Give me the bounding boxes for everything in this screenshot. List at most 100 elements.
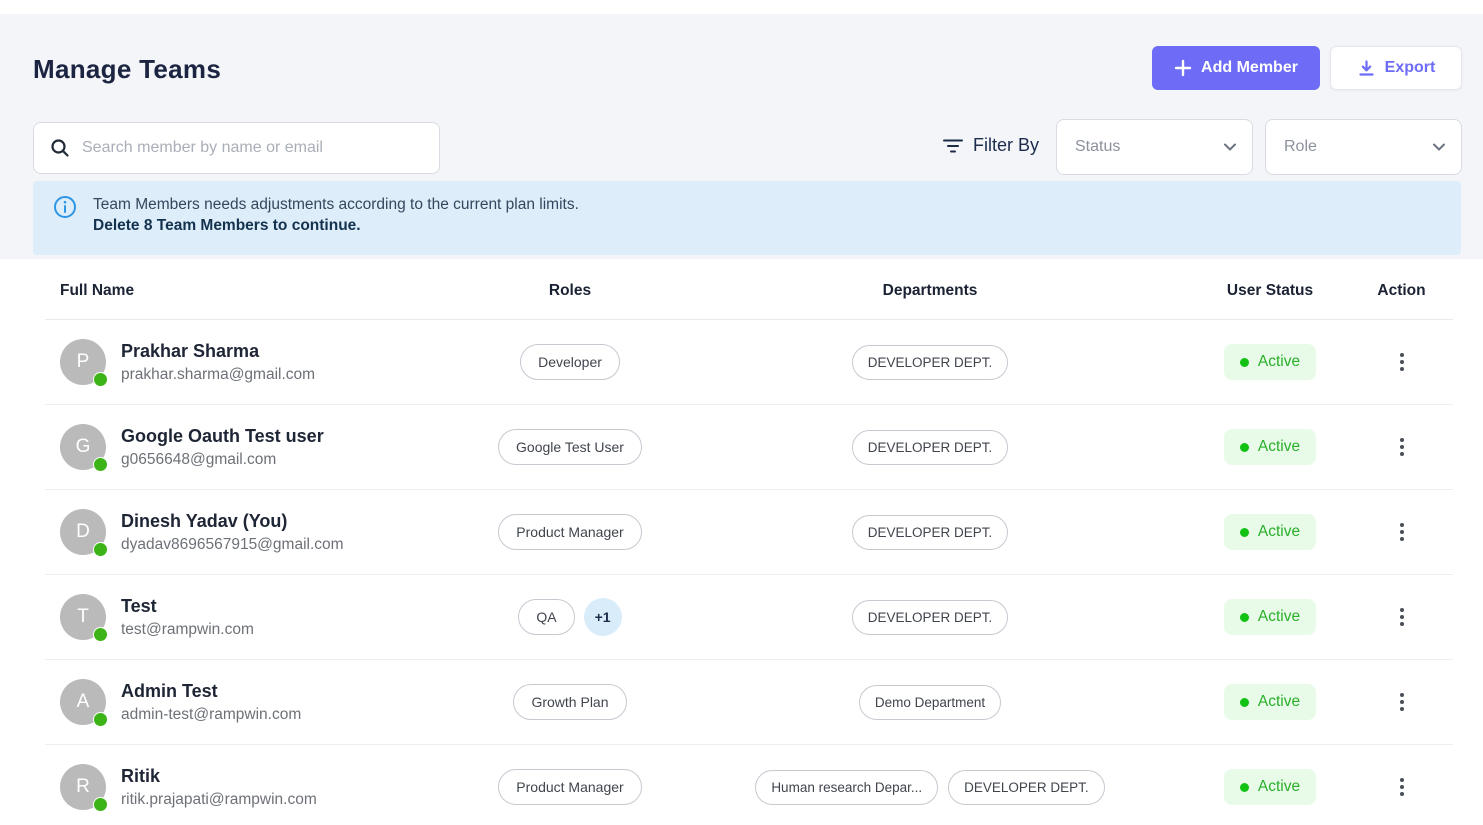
status-label: Active — [1258, 778, 1300, 796]
download-icon — [1357, 59, 1376, 78]
row-actions-menu-button[interactable] — [1394, 347, 1410, 377]
export-label: Export — [1385, 59, 1436, 77]
table-row: D Dinesh Yadav (You) dyadav8696567915@gm… — [45, 490, 1453, 575]
action-cell — [1350, 347, 1453, 377]
members-table: Full Name Roles Departments User Status … — [45, 262, 1453, 825]
member-identity: Ritik ritik.prajapati@rampwin.com — [121, 766, 317, 809]
header-user-status: User Status — [1190, 282, 1350, 300]
role-chip: QA — [518, 599, 574, 635]
status-badge: Active — [1224, 514, 1316, 550]
status-cell: Active — [1190, 769, 1350, 805]
action-cell — [1350, 687, 1453, 717]
avatar-initial: D — [76, 521, 90, 543]
filter-by-label: Filter By — [973, 135, 1039, 156]
table-row: G Google Oauth Test user g0656648@gmail.… — [45, 405, 1453, 490]
banner-message: Team Members needs adjustments according… — [93, 196, 579, 214]
member-cell: T Test test@rampwin.com — [45, 594, 470, 640]
table-row: P Prakhar Sharma prakhar.sharma@gmail.co… — [45, 320, 1453, 405]
departments-cell: DEVELOPER DEPT. — [670, 345, 1190, 380]
member-email: test@rampwin.com — [121, 621, 254, 639]
status-badge: Active — [1224, 769, 1316, 805]
member-cell: G Google Oauth Test user g0656648@gmail.… — [45, 424, 470, 470]
status-badge: Active — [1224, 684, 1316, 720]
member-identity: Dinesh Yadav (You) dyadav8696567915@gmai… — [121, 511, 344, 554]
avatar-initial: P — [77, 351, 90, 373]
action-cell — [1350, 517, 1453, 547]
online-status-dot — [93, 372, 108, 387]
plan-limit-banner: Team Members needs adjustments according… — [33, 181, 1461, 255]
status-badge: Active — [1224, 429, 1316, 465]
search-icon — [50, 138, 70, 158]
role-chip: Product Manager — [498, 514, 641, 550]
status-dot-icon — [1240, 613, 1249, 622]
member-identity: Google Oauth Test user g0656648@gmail.co… — [121, 426, 324, 469]
header-roles: Roles — [470, 282, 670, 300]
action-cell — [1350, 772, 1453, 802]
avatar: A — [60, 679, 106, 725]
banner-text: Team Members needs adjustments according… — [93, 195, 579, 235]
department-chip: DEVELOPER DEPT. — [852, 600, 1009, 635]
department-chip: DEVELOPER DEPT. — [948, 770, 1105, 805]
row-actions-menu-button[interactable] — [1394, 517, 1410, 547]
row-actions-menu-button[interactable] — [1394, 602, 1410, 632]
status-dot-icon — [1240, 783, 1249, 792]
status-filter-dropdown[interactable]: Status — [1056, 119, 1253, 175]
status-dot-icon — [1240, 443, 1249, 452]
table-row: T Test test@rampwin.com QA +1 DEVELOPER D… — [45, 575, 1453, 660]
avatar: T — [60, 594, 106, 640]
info-icon — [53, 195, 77, 219]
online-status-dot — [93, 797, 108, 812]
member-identity: Test test@rampwin.com — [121, 596, 254, 639]
roles-cell: Growth Plan — [470, 684, 670, 720]
avatar: D — [60, 509, 106, 555]
department-chip: DEVELOPER DEPT. — [852, 430, 1009, 465]
departments-cell: Demo Department — [670, 685, 1190, 720]
table-header: Full Name Roles Departments User Status … — [45, 262, 1453, 320]
department-chip: Demo Department — [859, 685, 1001, 720]
action-cell — [1350, 602, 1453, 632]
status-cell: Active — [1190, 684, 1350, 720]
member-email: dyadav8696567915@gmail.com — [121, 536, 344, 554]
export-button[interactable]: Export — [1330, 46, 1462, 90]
member-email: g0656648@gmail.com — [121, 451, 324, 469]
online-status-dot — [93, 457, 108, 472]
status-cell: Active — [1190, 344, 1350, 380]
role-filter-dropdown[interactable]: Role — [1265, 119, 1462, 175]
status-dot-icon — [1240, 358, 1249, 367]
chevron-down-icon — [1433, 143, 1445, 151]
member-name: Dinesh Yadav (You) — [121, 511, 344, 532]
departments-cell: DEVELOPER DEPT. — [670, 600, 1190, 635]
header-departments: Departments — [670, 282, 1190, 300]
member-name: Google Oauth Test user — [121, 426, 324, 447]
online-status-dot — [93, 542, 108, 557]
row-actions-menu-button[interactable] — [1394, 772, 1410, 802]
member-cell: A Admin Test admin-test@rampwin.com — [45, 679, 470, 725]
member-email: ritik.prajapati@rampwin.com — [121, 791, 317, 809]
roles-cell: Google Test User — [470, 429, 670, 465]
status-dot-icon — [1240, 698, 1249, 707]
role-filter-value: Role — [1284, 138, 1317, 156]
roles-cell: Developer — [470, 344, 670, 380]
online-status-dot — [93, 712, 108, 727]
member-name: Ritik — [121, 766, 317, 787]
add-member-button[interactable]: Add Member — [1152, 46, 1320, 90]
department-chip: Human research Depar... — [755, 770, 938, 805]
roles-cell: Product Manager — [470, 769, 670, 805]
role-chip: Google Test User — [498, 429, 642, 465]
row-actions-menu-button[interactable] — [1394, 687, 1410, 717]
status-label: Active — [1258, 608, 1300, 626]
search-input[interactable] — [82, 139, 423, 157]
search-box — [33, 122, 440, 174]
member-name: Prakhar Sharma — [121, 341, 315, 362]
role-chip: Developer — [520, 344, 620, 380]
row-actions-menu-button[interactable] — [1394, 432, 1410, 462]
avatar-initial: T — [77, 606, 89, 628]
department-chip: DEVELOPER DEPT. — [852, 515, 1009, 550]
status-cell: Active — [1190, 514, 1350, 550]
departments-cell: Human research Depar... DEVELOPER DEPT. — [670, 770, 1190, 805]
member-email: prakhar.sharma@gmail.com — [121, 366, 315, 384]
extra-roles-badge[interactable]: +1 — [584, 598, 622, 636]
member-email: admin-test@rampwin.com — [121, 706, 301, 724]
chevron-down-icon — [1224, 143, 1236, 151]
add-member-label: Add Member — [1201, 59, 1298, 77]
